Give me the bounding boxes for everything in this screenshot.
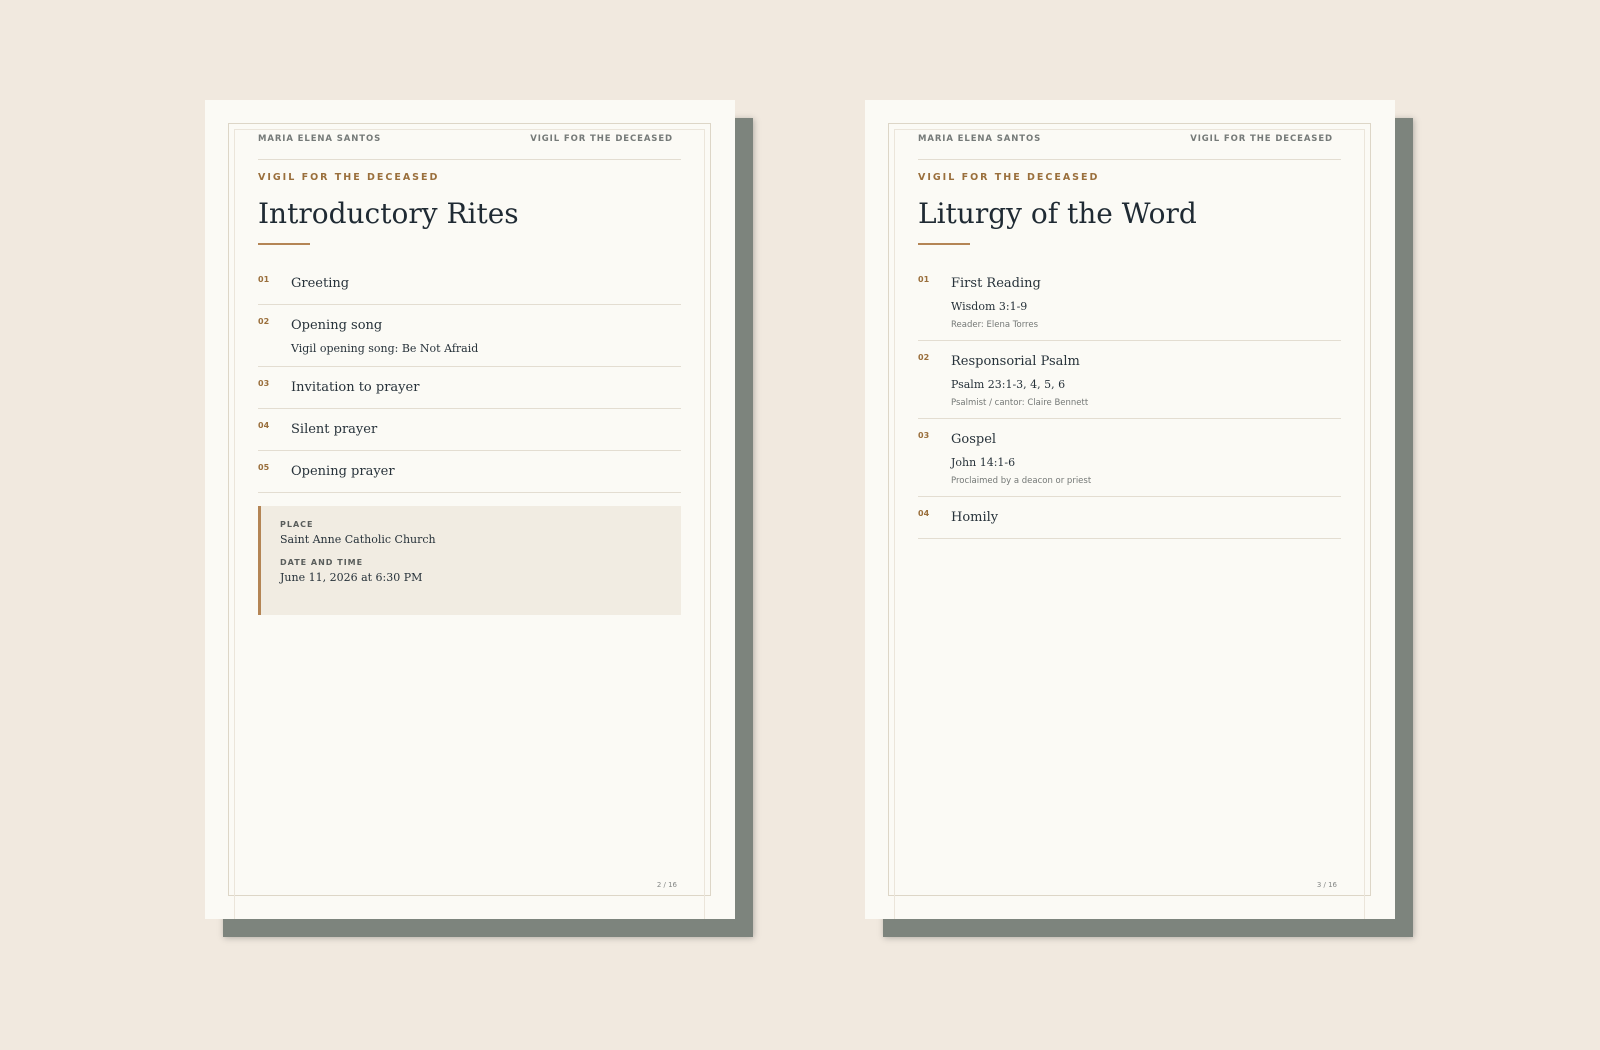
item-label: First Reading [951,276,1041,291]
running-head: MARIA ELENA SANTOS VIGIL FOR THE DECEASE… [918,130,1341,160]
page-title: Introductory Rites [258,197,519,230]
item-number: 05 [258,463,270,472]
item-number: 03 [918,431,930,440]
item-number: 01 [918,275,930,284]
running-head-title: VIGIL FOR THE DECEASED [1190,134,1333,144]
rite-list: 01 Greeting 02 Opening song Vigil openin… [258,273,681,493]
item-number: 04 [258,421,270,430]
item-label: Invitation to prayer [291,380,420,395]
list-item: 04 Homily [918,507,1341,539]
item-label: Homily [951,510,999,525]
page-number: 2 / 16 [656,881,677,889]
list-item: 03 Gospel John 14:1-6 Proclaimed by a de… [918,429,1341,497]
item-label: Responsorial Psalm [951,354,1080,369]
item-reference: John 14:1-6 [951,456,1016,469]
item-label: Silent prayer [291,422,378,437]
item-label: Greeting [291,276,350,291]
list-item: 01 First Reading Wisdom 3:1-9 Reader: El… [918,273,1341,341]
item-reference: Psalm 23:1-3, 4, 5, 6 [951,378,1066,391]
date-label: DATE AND TIME [280,558,364,567]
item-note: Reader: Elena Torres [951,320,1039,330]
item-number: 04 [918,509,930,518]
list-item: 03 Invitation to prayer [258,377,681,409]
section-eyebrow: VIGIL FOR THE DECEASED [918,172,1100,183]
event-info-box: PLACE Saint Anne Catholic Church DATE AN… [258,506,681,615]
list-item: 02 Opening song Vigil opening song: Be N… [258,315,681,367]
running-head-title: VIGIL FOR THE DECEASED [530,134,673,144]
page-title: Liturgy of the Word [918,197,1197,230]
booklet-page-2: MARIA ELENA SANTOS VIGIL FOR THE DECEASE… [205,100,735,919]
list-item: 04 Silent prayer [258,419,681,451]
item-detail: Vigil opening song: Be Not Afraid [291,342,479,355]
item-label: Gospel [951,432,997,447]
section-eyebrow: VIGIL FOR THE DECEASED [258,172,440,183]
item-number: 02 [918,353,930,362]
page-number: 3 / 16 [1316,881,1337,889]
running-head-name: MARIA ELENA SANTOS [258,134,382,144]
item-number: 03 [258,379,270,388]
item-reference: Wisdom 3:1-9 [951,300,1028,313]
item-label: Opening song [291,318,383,333]
title-rule [918,243,970,245]
running-head: MARIA ELENA SANTOS VIGIL FOR THE DECEASE… [258,130,681,160]
page-content: MARIA ELENA SANTOS VIGIL FOR THE DECEASE… [258,130,681,615]
page-content: MARIA ELENA SANTOS VIGIL FOR THE DECEASE… [918,130,1341,549]
place-value: Saint Anne Catholic Church [280,533,436,546]
item-number: 02 [258,317,270,326]
running-head-name: MARIA ELENA SANTOS [918,134,1042,144]
item-note: Proclaimed by a deacon or priest [951,476,1092,486]
title-rule [258,243,310,245]
item-label: Opening prayer [291,464,395,479]
date-value: June 11, 2026 at 6:30 PM [280,571,423,584]
list-item: 02 Responsorial Psalm Psalm 23:1-3, 4, 5… [918,351,1341,419]
list-item: 01 Greeting [258,273,681,305]
item-number: 01 [258,275,270,284]
place-label: PLACE [280,520,314,529]
liturgy-list: 01 First Reading Wisdom 3:1-9 Reader: El… [918,273,1341,539]
booklet-page-3: MARIA ELENA SANTOS VIGIL FOR THE DECEASE… [865,100,1395,919]
list-item: 05 Opening prayer [258,461,681,493]
item-note: Psalmist / cantor: Claire Bennett [951,398,1089,408]
